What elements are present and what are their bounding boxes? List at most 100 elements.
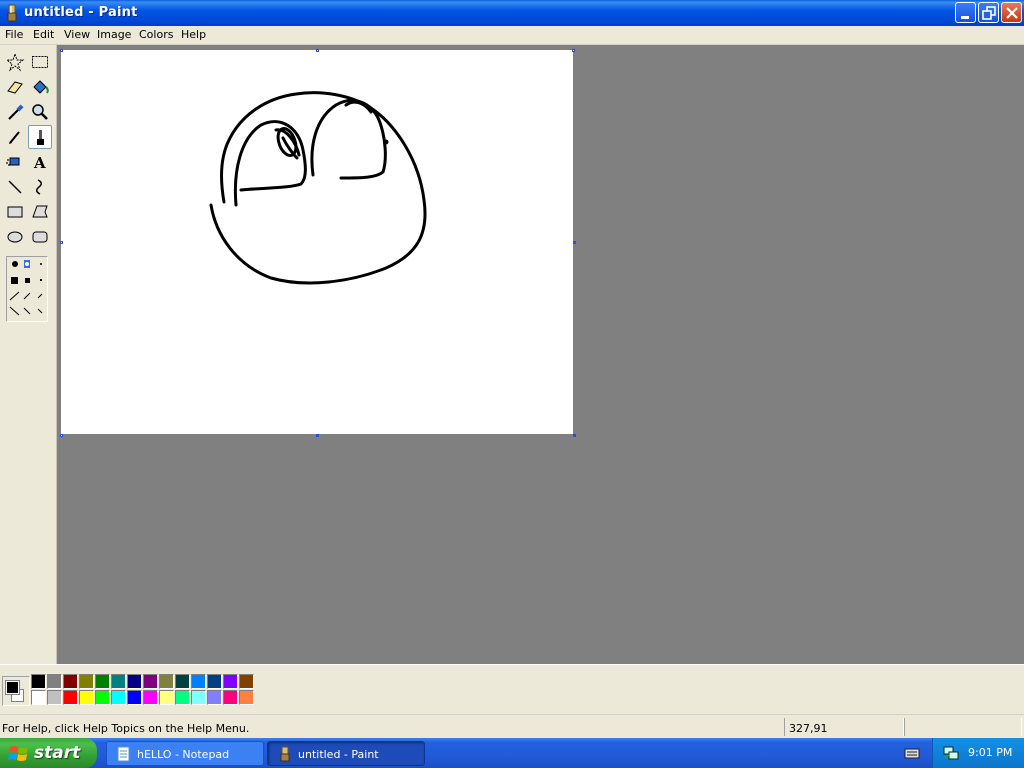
menu-file[interactable]: File — [5, 28, 23, 41]
palette-swatch[interactable] — [207, 690, 222, 705]
menu-image[interactable]: Image — [97, 28, 131, 41]
canvas-handle-se[interactable] — [573, 434, 576, 437]
menu-edit[interactable]: Edit — [33, 28, 54, 41]
ellipse-tool[interactable] — [3, 225, 27, 249]
palette-swatch[interactable] — [31, 674, 46, 689]
svg-text:A: A — [33, 154, 46, 172]
status-coordinates: 327,91 — [789, 722, 828, 735]
notepad-icon — [116, 746, 132, 762]
palette-swatch[interactable] — [191, 674, 206, 689]
palette-swatch[interactable] — [175, 690, 190, 705]
eraser-tool[interactable] — [3, 75, 27, 99]
title-bar[interactable]: untitled - Paint — [0, 0, 1024, 26]
palette-swatch[interactable] — [63, 690, 78, 705]
status-bar: For Help, click Help Topics on the Help … — [0, 714, 1024, 738]
polygon-icon — [32, 205, 48, 218]
palette-swatch[interactable] — [175, 674, 190, 689]
brush-shape-round-large[interactable] — [12, 261, 18, 267]
windows-logo-icon — [8, 746, 28, 761]
palette-swatch[interactable] — [111, 674, 126, 689]
restore-button[interactable] — [978, 2, 999, 23]
magnifier-tool[interactable] — [28, 100, 52, 124]
palette-swatch[interactable] — [191, 690, 206, 705]
canvas-drawing — [209, 91, 427, 285]
rectangle-tool[interactable] — [3, 200, 27, 224]
eyedropper-icon — [8, 104, 24, 120]
palette-swatch[interactable] — [223, 674, 238, 689]
menu-view[interactable]: View — [64, 28, 90, 41]
star-select-icon — [5, 52, 25, 72]
canvas-handle-nw — [60, 49, 63, 52]
line-icon — [8, 180, 22, 194]
taskbar-item-notepad[interactable]: hELLO - Notepad — [106, 741, 264, 766]
polygon-tool[interactable] — [28, 200, 52, 224]
brush-options-panel — [6, 256, 48, 322]
fill-bucket-icon — [33, 80, 49, 94]
paint-icon — [277, 746, 293, 762]
palette-swatch[interactable] — [63, 674, 78, 689]
palette-swatch[interactable] — [31, 690, 46, 705]
free-form-select-tool[interactable] — [3, 50, 27, 74]
pencil-tool[interactable] — [3, 125, 27, 149]
select-tool[interactable] — [28, 50, 52, 74]
close-button[interactable] — [1001, 2, 1022, 23]
rectangle-icon — [7, 206, 23, 218]
palette-swatch[interactable] — [79, 674, 94, 689]
system-tray: 9:01 PM — [932, 738, 1024, 768]
airbrush-tool[interactable] — [3, 150, 27, 174]
menu-colors[interactable]: Colors — [139, 28, 173, 41]
curve-tool[interactable] — [28, 175, 52, 199]
line-tool[interactable] — [3, 175, 27, 199]
start-button[interactable]: start — [0, 738, 97, 768]
keyboard-icon[interactable] — [904, 746, 920, 760]
canvas-handle-s[interactable] — [316, 434, 319, 437]
pick-color-tool[interactable] — [3, 100, 27, 124]
taskbar-item-paint[interactable]: untitled - Paint — [267, 741, 425, 766]
palette-swatch[interactable] — [239, 690, 254, 705]
palette-swatch[interactable] — [207, 674, 222, 689]
network-icon[interactable] — [943, 745, 959, 761]
ellipse-icon — [7, 231, 23, 243]
palette-swatch[interactable] — [127, 690, 142, 705]
palette-swatch[interactable] — [127, 674, 142, 689]
palette-swatch[interactable] — [143, 690, 158, 705]
drawing-canvas[interactable] — [61, 50, 573, 434]
palette-swatch[interactable] — [79, 690, 94, 705]
taskbar: start hELLO - Notepad untitled - Paint 9… — [0, 738, 1024, 768]
start-label: start — [34, 743, 81, 763]
clock[interactable]: 9:01 PM — [968, 746, 1012, 759]
palette-swatch[interactable] — [159, 674, 174, 689]
fill-tool[interactable] — [28, 75, 52, 99]
menu-bar: File Edit View Image Colors Help — [0, 26, 1024, 45]
paint-app-icon[interactable] — [4, 4, 20, 22]
text-icon: A — [33, 154, 46, 172]
canvas-handle-sw — [60, 434, 63, 437]
minimize-button[interactable] — [955, 2, 976, 23]
menu-help[interactable]: Help — [181, 28, 206, 41]
palette-swatch[interactable] — [95, 674, 110, 689]
palette-swatch[interactable] — [47, 674, 62, 689]
canvas-handle-e[interactable] — [573, 241, 576, 244]
palette-swatch[interactable] — [95, 690, 110, 705]
text-tool[interactable]: A — [28, 150, 52, 174]
canvas-handle-w — [60, 241, 63, 244]
workspace — [57, 45, 1024, 664]
status-size-pane — [904, 718, 1022, 736]
foreground-color-swatch — [5, 680, 20, 695]
taskbar-item-label: hELLO - Notepad — [137, 748, 230, 761]
toolbox: A — [0, 45, 57, 664]
palette-swatch[interactable] — [143, 674, 158, 689]
magnifier-icon — [32, 104, 48, 120]
canvas-handle-n — [316, 49, 319, 52]
eraser-icon — [7, 81, 23, 94]
brush-icon — [37, 130, 44, 145]
palette-swatch[interactable] — [223, 690, 238, 705]
brush-tool[interactable] — [28, 125, 52, 149]
current-colors[interactable] — [2, 676, 30, 706]
rounded-rectangle-tool[interactable] — [28, 225, 52, 249]
airbrush-icon — [6, 157, 20, 166]
palette-swatch[interactable] — [111, 690, 126, 705]
palette-swatch[interactable] — [159, 690, 174, 705]
palette-swatch[interactable] — [239, 674, 254, 689]
palette-swatch[interactable] — [47, 690, 62, 705]
